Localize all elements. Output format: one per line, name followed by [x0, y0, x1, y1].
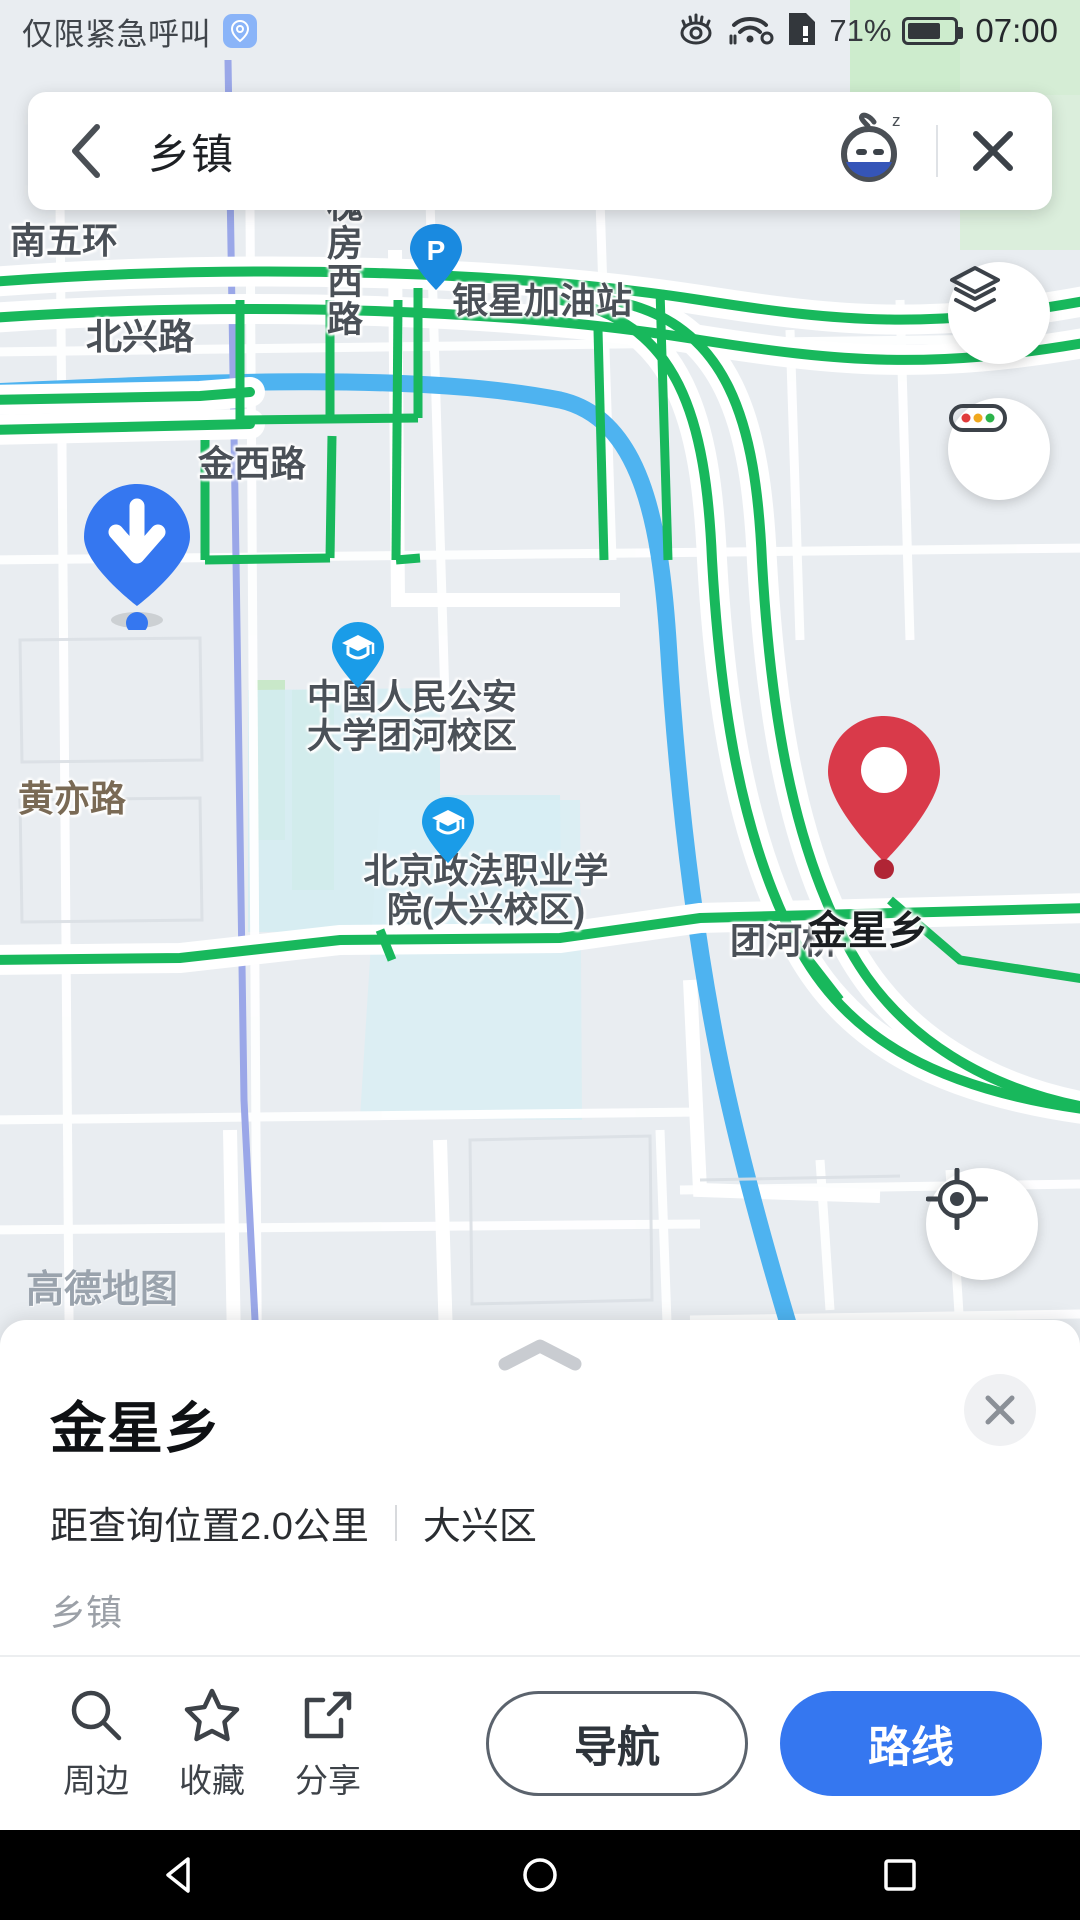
system-nav-bar	[0, 1830, 1080, 1920]
action-bar: 周边 收藏 分享 导航 路线	[0, 1655, 1080, 1830]
search-clear-button[interactable]	[964, 122, 1022, 180]
place-district: 大兴区	[422, 1506, 537, 1548]
search-input[interactable]: 乡镇	[148, 121, 828, 182]
status-bar-right: 71% 07:00	[674, 10, 1058, 53]
search-icon	[71, 1690, 122, 1740]
eye-care-icon	[674, 13, 718, 50]
traffic-icon	[949, 404, 1007, 432]
road-label-jinxilu: 金西路	[198, 443, 307, 484]
share-icon	[304, 1691, 352, 1738]
meta-separator	[394, 1504, 397, 1541]
poi-label-political-law-college: 北京政法职业学 院(大兴校区)	[363, 852, 609, 931]
road-label-nanwuhuan: 南五环	[10, 220, 119, 261]
road-label-beixinglu: 北兴路	[86, 316, 195, 357]
close-icon	[985, 1395, 1015, 1425]
poi-label-yinxing-gas-station: 银星加油站	[452, 280, 633, 321]
nearby-button[interactable]: 周边	[38, 1686, 154, 1802]
navigate-button[interactable]: 导航	[486, 1691, 748, 1796]
layers-icon	[950, 266, 1000, 312]
route-button[interactable]: 路线	[780, 1691, 1042, 1796]
status-bar-left: 仅限紧急呼叫	[22, 9, 257, 54]
amap-watermark: 高德地图	[26, 1269, 179, 1311]
nav-recents-button[interactable]	[840, 1830, 960, 1920]
wifi-icon	[729, 12, 775, 51]
map-traffic-button[interactable]	[948, 398, 1050, 500]
search-bar[interactable]: 乡镇 z	[28, 92, 1052, 210]
phone-screen: 南五环 北兴路 金西路 槐房西路 黄亦路 团河桥 P 银星加油站 中国人民公安 …	[0, 0, 1080, 1920]
sheet-close-button[interactable]	[964, 1374, 1036, 1446]
favorite-label: 收藏	[179, 1761, 245, 1799]
share-button[interactable]: 分享	[270, 1686, 386, 1802]
place-title: 金星乡	[50, 1397, 221, 1460]
place-category: 乡镇	[50, 1592, 123, 1633]
school-pin-icon	[422, 797, 474, 863]
parking-pin-icon: P	[410, 224, 462, 290]
battery-percent-label: 71%	[829, 13, 892, 48]
circle-home-icon	[523, 1858, 557, 1892]
place-distance: 距查询位置2.0公里	[50, 1506, 369, 1548]
locate-icon	[926, 1168, 988, 1230]
battery-icon	[902, 17, 964, 45]
triangle-back-icon	[166, 1857, 190, 1893]
road-label-huangyilu: 黄亦路	[18, 778, 127, 819]
sim-alert-icon	[786, 10, 818, 53]
map-locate-button[interactable]	[926, 1168, 1038, 1280]
destination-map-label: 金星乡	[808, 909, 928, 953]
clock-label: 07:00	[975, 12, 1058, 49]
voice-assistant-icon: z	[841, 111, 901, 182]
status-bar: 仅限紧急呼叫 71% 07:00	[0, 0, 1080, 62]
svg-text:P: P	[427, 235, 446, 266]
close-icon	[973, 131, 1013, 171]
square-recents-icon	[884, 1859, 916, 1891]
nav-home-button[interactable]	[480, 1830, 600, 1920]
place-meta-row: 距查询位置2.0公里 大兴区	[50, 1495, 1030, 1550]
favorite-button[interactable]: 收藏	[154, 1686, 270, 1802]
star-icon	[184, 1688, 240, 1741]
nav-back-button[interactable]	[120, 1830, 240, 1920]
search-bar-divider	[936, 125, 938, 177]
voice-assistant-button[interactable]: z	[828, 110, 910, 192]
poi-label-police-university: 中国人民公安 大学团河校区	[306, 678, 517, 757]
chevron-left-icon	[72, 124, 100, 178]
school-pin-icon	[332, 622, 384, 688]
sheet-expand-handle[interactable]	[497, 1338, 583, 1377]
carrier-label: 仅限紧急呼叫	[22, 16, 211, 52]
nearby-label: 周边	[63, 1761, 129, 1799]
map-layers-button[interactable]	[948, 262, 1050, 364]
location-pin-icon	[223, 14, 257, 48]
back-button[interactable]	[58, 123, 114, 179]
svg-text:z: z	[892, 111, 901, 130]
share-label: 分享	[295, 1761, 361, 1799]
chevron-up-icon	[498, 1339, 582, 1371]
